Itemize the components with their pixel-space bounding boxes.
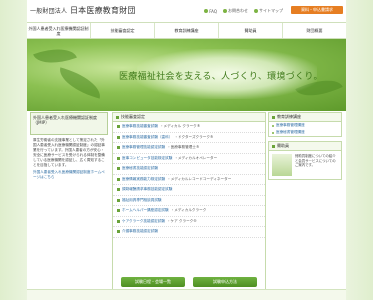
jmip-title: 外国人患者受入れ医療機関認証制度（JMIP） xyxy=(30,112,108,135)
faq-label: FAQ xyxy=(209,8,217,14)
skill-certification-title: 技能審査認定 xyxy=(121,114,145,119)
nav-item-training-courses[interactable]: 教育訓練講座 xyxy=(155,23,219,38)
leaf-decoration xyxy=(55,67,105,99)
supporting-member-box: 賛助員 賛助員制度についての紹介と会員サービスについてのご案内です。 xyxy=(268,141,342,180)
square-bullet-icon xyxy=(272,144,275,148)
site-logo[interactable]: 一般財団法人 日本医療教育財団 xyxy=(30,5,136,16)
supporting-member-heading: 賛助員 xyxy=(269,142,341,151)
exam-name: 医療事務管理技能認定試験 xyxy=(122,145,166,150)
exam-list-item[interactable]: 医療事務技能審査試験（歯科） ・ドクターズクラーク® xyxy=(113,133,265,143)
header: 一般財団法人 日本医療教育財団 FAQ お問合わせ サイトマップ 資料・申込書請… xyxy=(27,0,346,22)
jmip-panel: 外国人患者受入れ医療機関認証制度（JMIP） 厚生労働省の支援事業として策定され… xyxy=(30,112,108,182)
exam-list-item[interactable]: ケアクラーク技能認定試験 ・ケア クラーク® xyxy=(113,217,265,227)
square-bullet-icon xyxy=(272,115,275,119)
skill-certification-heading: 技能審査認定 xyxy=(113,113,265,122)
exam-qualification-title: ・ケア クラーク® xyxy=(166,218,197,223)
training-box-title: 教育訓練講座 xyxy=(277,114,301,119)
training-box-heading: 教育訓練講座 xyxy=(269,113,341,122)
training-link-medical-office[interactable]: 医療事務管理講座 xyxy=(269,122,341,129)
nav-item-supporting-members[interactable]: 賛助員 xyxy=(219,23,283,38)
exam-name: 医療事務技能審査試験（歯科） xyxy=(122,134,173,139)
square-bullet-icon xyxy=(116,115,119,119)
global-nav: 外国人患者受入れ医療機関認証制度 技能審査認定 教育訓練講座 賛助員 財団概要 xyxy=(27,22,346,39)
exam-buttons: 試験日程・会場一覧 試験申込方法 xyxy=(121,277,257,287)
bullet-icon xyxy=(272,124,274,127)
square-bullet-icon xyxy=(117,125,120,129)
faq-icon xyxy=(204,9,209,13)
exam-name: ケアクラーク技能認定試験 xyxy=(122,218,165,223)
exam-name: 福祉用具専門相談員試験 xyxy=(122,197,162,202)
jmip-homepage-link[interactable]: 外国人患者受入れ医療機関認証制度ホームページはこちら xyxy=(30,168,108,182)
exam-qualification-title: ・メディカル クラーク® xyxy=(159,124,201,129)
exam-name: 医療秘書技能認定試験 xyxy=(122,166,158,171)
square-bullet-icon xyxy=(117,198,120,202)
exam-application-button[interactable]: 試験申込方法 xyxy=(193,277,257,287)
exam-qualification-title: ・メディカルクラーク xyxy=(170,208,207,213)
contact-link[interactable]: お問合わせ xyxy=(223,8,248,14)
exam-list-item[interactable]: 医療事務技能審査試験 ・メディカル クラーク® xyxy=(113,122,265,133)
square-bullet-icon xyxy=(117,177,120,181)
square-bullet-icon xyxy=(117,230,120,234)
square-bullet-icon xyxy=(117,219,120,223)
sitemap-label: サイトマップ xyxy=(259,8,283,13)
sitemap-link[interactable]: サイトマップ xyxy=(254,8,283,14)
supporting-member-content[interactable]: 賛助員制度についての紹介と会員サービスについてのご案内です。 xyxy=(269,151,341,179)
bullet-icon xyxy=(272,131,274,134)
leaf-decoration xyxy=(33,40,77,72)
exam-qualification-title: ・医療事務管理士® xyxy=(167,145,200,150)
exam-list-item[interactable]: 医事コンピュータ技能検定試験 ・メディカルオペレーター xyxy=(113,154,265,164)
supporting-member-thumbnail xyxy=(272,154,292,176)
exam-list-item[interactable]: 介護事務技能認定試験 xyxy=(113,227,265,238)
exam-name: 医事コンピュータ技能検定試験 xyxy=(122,155,173,160)
exam-name: ホームヘルパー講座認定試験 xyxy=(122,208,169,213)
exam-list: 医療事務技能審査試験 ・メディカル クラーク® 医療事務技能審査試験（歯科） ・ドクタ… xyxy=(113,122,265,238)
nav-item-foundation-overview[interactable]: 財団概要 xyxy=(283,23,346,38)
skill-certification-panel: 技能審査認定 医療事務技能審査試験 ・メディカル クラーク® 医療事務技能審査試験（… xyxy=(112,112,266,290)
exam-list-item[interactable]: 医療事務管理技能認定試験 ・医療事務管理士® xyxy=(113,143,265,154)
square-bullet-icon xyxy=(117,156,120,160)
exam-name: 医療情報実務能力検定試験 xyxy=(122,176,166,181)
exam-name: 医療事務技能審査試験 xyxy=(122,124,158,129)
top-links: FAQ お問合わせ サイトマップ xyxy=(204,8,283,14)
right-sidebar: 教育訓練講座 医療事務管理講座 医療秘書管理講座 賛助員 賛助員制度についての紹… xyxy=(268,112,342,184)
exam-name: 調剤報酬請求事務技能認定試験 xyxy=(122,187,173,192)
square-bullet-icon xyxy=(117,209,120,213)
exam-qualification-title: ・メディカルオペレーター xyxy=(174,155,218,160)
contact-label: お問合わせ xyxy=(228,8,248,13)
exam-qualification-title: ・メディカルレコードコーディネーター xyxy=(167,176,232,181)
exam-list-item[interactable]: 医療秘書技能認定試験 xyxy=(113,164,265,175)
square-bullet-icon xyxy=(117,167,120,171)
nav-item-jmip[interactable]: 外国人患者受入れ医療機関認証制度 xyxy=(27,23,91,38)
exam-list-item[interactable]: 医療情報実務能力検定試験 ・メディカルレコードコーディネーター xyxy=(113,175,265,185)
nav-item-skill-certification[interactable]: 技能審査認定 xyxy=(91,23,155,38)
hero-tagline: 医療福祉社会を支える、人づくり、環境づくり。 xyxy=(119,72,323,82)
hero-banner: 医療福祉社会を支える、人づくり、環境づくり。 xyxy=(27,39,346,111)
supporting-member-title: 賛助員 xyxy=(277,143,289,148)
sitemap-icon xyxy=(254,9,258,13)
faq-link[interactable]: FAQ xyxy=(204,8,217,14)
footer-bar xyxy=(27,289,346,300)
mail-icon xyxy=(223,9,227,13)
training-box: 教育訓練講座 医療事務管理講座 医療秘書管理講座 xyxy=(268,112,342,137)
page-wrapper: 一般財団法人 日本医療教育財団 FAQ お問合わせ サイトマップ 資料・申込書請… xyxy=(27,0,346,300)
logo-small-text: 一般財団法人 xyxy=(30,8,68,15)
request-materials-button[interactable]: 資料・申込書請求 xyxy=(291,6,343,14)
square-bullet-icon xyxy=(117,188,120,192)
exam-list-item[interactable]: 調剤報酬請求事務技能認定試験 xyxy=(113,185,265,196)
exam-name: 介護事務技能認定試験 xyxy=(122,229,158,234)
training-link-label: 医療事務管理講座 xyxy=(276,123,305,127)
exam-schedule-button[interactable]: 試験日程・会場一覧 xyxy=(121,277,185,287)
training-link-label: 医療秘書管理講座 xyxy=(276,130,305,134)
exam-qualification-title: ・ドクターズクラーク® xyxy=(174,134,214,139)
square-bullet-icon xyxy=(117,135,120,139)
square-bullet-icon xyxy=(117,146,120,150)
exam-list-item[interactable]: 福祉用具専門相談員試験 xyxy=(113,196,265,206)
training-link-medical-secretary[interactable]: 医療秘書管理講座 xyxy=(269,129,341,136)
exam-list-item[interactable]: ホームヘルパー講座認定試験 ・メディカルクラーク xyxy=(113,206,265,217)
logo-main-text: 日本医療教育財団 xyxy=(69,6,136,15)
jmip-description: 厚生労働省の支援事業として策定された「外国人患者受入れ医療機関認証制度」の認証事… xyxy=(33,138,105,167)
